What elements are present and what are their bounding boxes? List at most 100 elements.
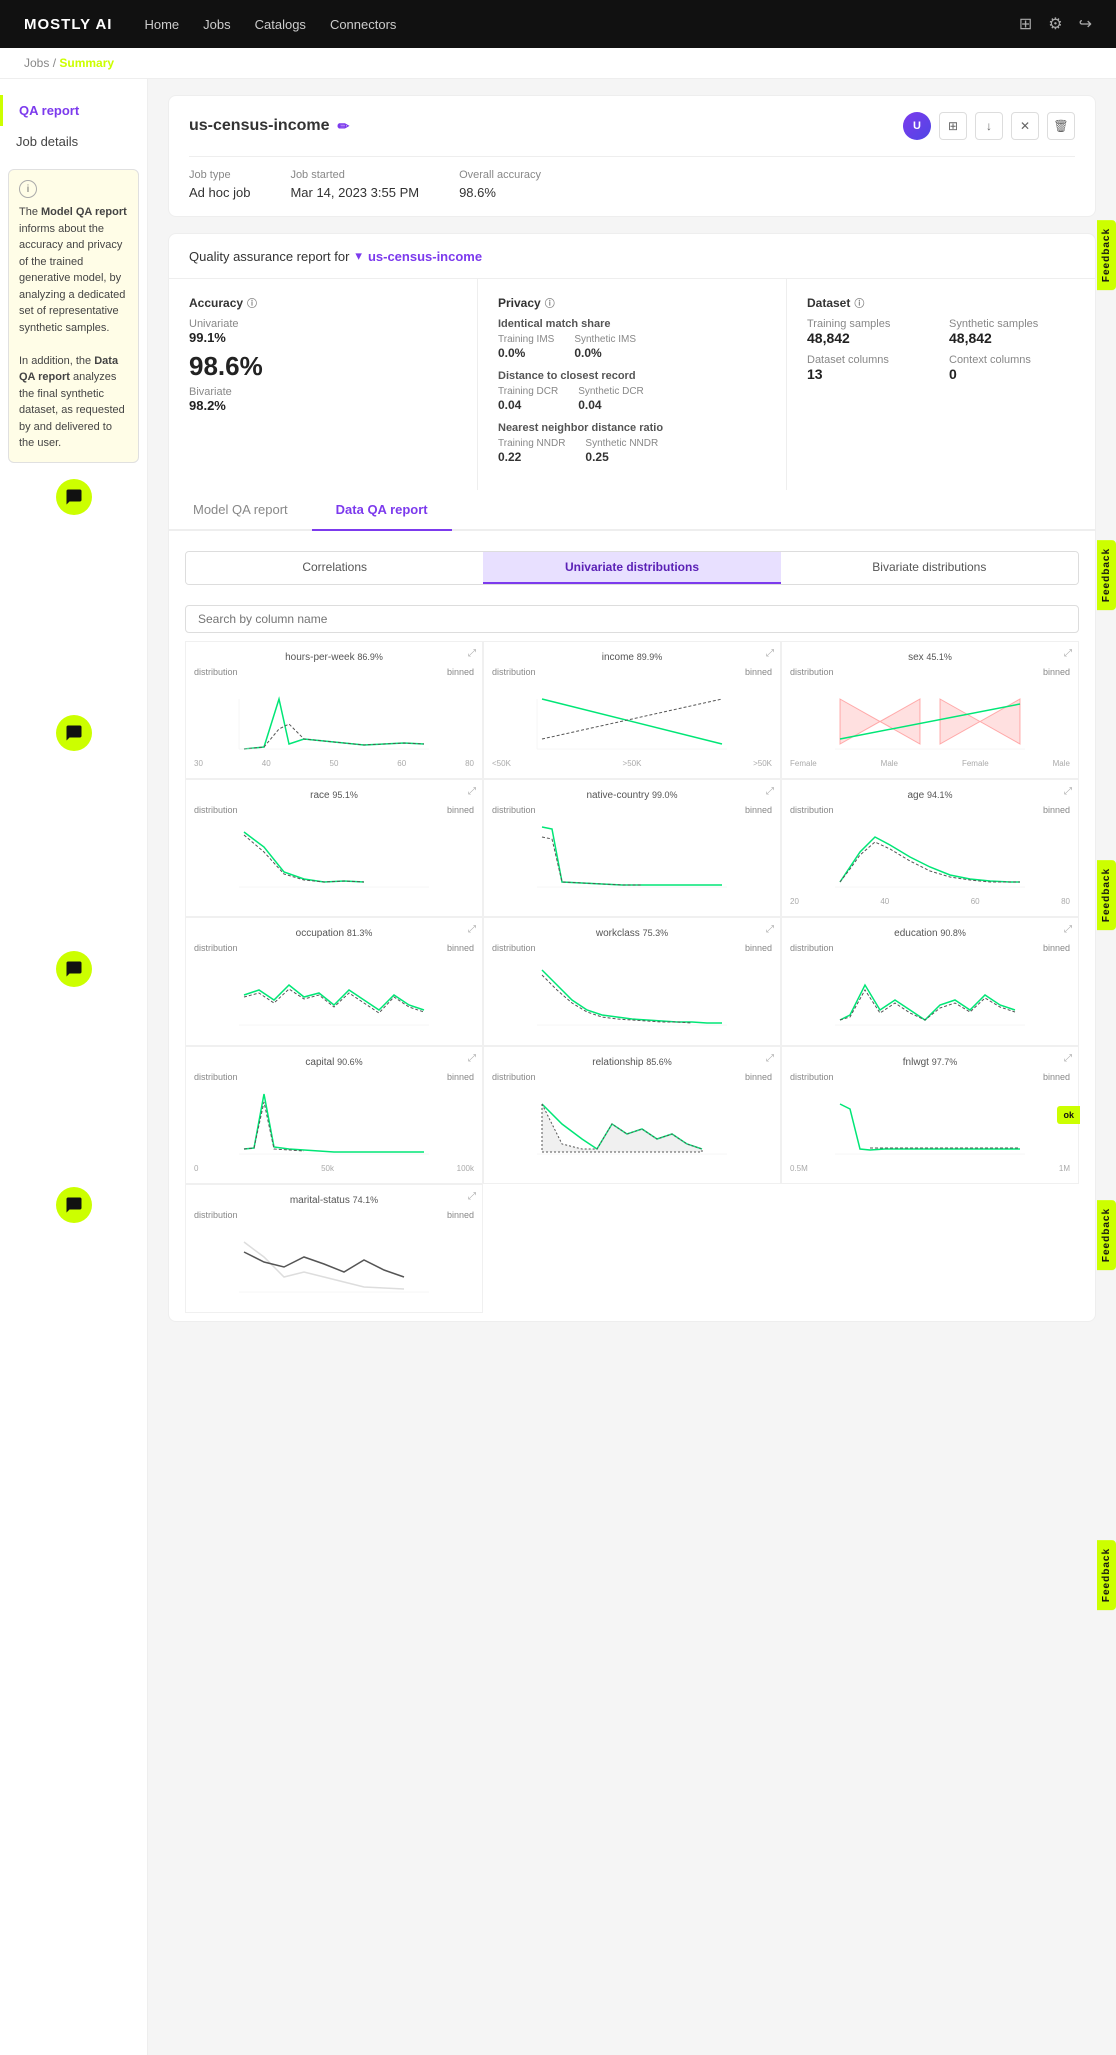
- expand-icon-native[interactable]: ⤢: [766, 786, 774, 797]
- overall-accuracy-item: Overall accuracy 98.6%: [459, 169, 541, 200]
- context-columns-item: Context columns 0: [949, 354, 1075, 382]
- expand-icon-fnlwgt[interactable]: ⤢: [1064, 1053, 1072, 1064]
- accuracy-block: Accuracy ⓘ Univariate 99.1% 98.6% Bivari…: [169, 279, 478, 490]
- feedback-button-3[interactable]: Feedback: [1097, 860, 1116, 930]
- report-tabs: Model QA report Data QA report: [169, 490, 1095, 531]
- identical-match-section: Identical match share Training IMS 0.0% …: [498, 318, 766, 360]
- chart-title-age: age 94.1%: [790, 790, 1070, 801]
- sub-tab-correlations[interactable]: Correlations: [186, 552, 483, 584]
- grid-icon[interactable]: ⊞: [1019, 14, 1032, 34]
- feedback-button-5[interactable]: Feedback: [1097, 1540, 1116, 1610]
- expand-icon-occupation[interactable]: ⤢: [468, 924, 476, 935]
- chart-title-fnlwgt: fnlwgt 97.7%: [790, 1057, 1070, 1068]
- chart-title-hours: hours-per-week 86.9%: [194, 652, 474, 663]
- chart-age: age 94.1% distributionbinned 20406080: [781, 779, 1079, 917]
- privacy-info-icon[interactable]: ⓘ: [545, 295, 555, 310]
- download-button[interactable]: ↓: [975, 112, 1003, 140]
- sub-tab-bivariate[interactable]: Bivariate distributions: [781, 552, 1078, 584]
- dcr-cols: Training DCR 0.04 Synthetic DCR 0.04: [498, 386, 766, 412]
- tab-model-qa[interactable]: Model QA report: [169, 490, 312, 531]
- breadcrumb-jobs[interactable]: Jobs: [24, 56, 49, 70]
- nav-jobs[interactable]: Jobs: [203, 17, 230, 32]
- expand-icon-relationship[interactable]: ⤢: [766, 1053, 774, 1064]
- search-input[interactable]: [185, 605, 1079, 633]
- chat-bubble-2[interactable]: [56, 715, 92, 751]
- expand-icon-workclass[interactable]: ⤢: [766, 924, 774, 935]
- expand-icon-capital[interactable]: ⤢: [468, 1053, 476, 1064]
- breadcrumb: Jobs / Summary: [0, 48, 1116, 79]
- chart-education: education 90.8% distributionbinned ⤢: [781, 917, 1079, 1046]
- chevron-icon[interactable]: ▾: [355, 248, 362, 264]
- dataset-grid: Training samples 48,842 Synthetic sample…: [807, 318, 1075, 382]
- expand-icon-age[interactable]: ⤢: [1064, 786, 1072, 797]
- dataset-block: Dataset ⓘ Training samples 48,842 Synthe…: [787, 279, 1095, 490]
- chart-title-race: race 95.1%: [194, 790, 474, 801]
- share-button[interactable]: ✕: [1011, 112, 1039, 140]
- chat-bubble-3[interactable]: [56, 951, 92, 987]
- chart-income: income 89.9% distributionbinned <50K>: [483, 641, 781, 779]
- training-nndr-col: Training NNDR 0.22: [498, 438, 565, 464]
- info-text-2: informs about the accuracy and privacy o…: [19, 223, 125, 334]
- breadcrumb-active: Summary: [59, 56, 114, 70]
- sidebar-info-box: i The Model QA report informs about the …: [8, 169, 139, 463]
- report-title-text: us-census-income: [189, 117, 329, 135]
- grid-view-button[interactable]: ⊞: [939, 112, 967, 140]
- distance-title: Distance to closest record: [498, 370, 766, 382]
- chart-area-occupation: [194, 955, 474, 1035]
- nav-links: Home Jobs Catalogs Connectors: [144, 17, 986, 32]
- feedback-button-1[interactable]: Feedback: [1097, 220, 1116, 290]
- chart-xaxis-hours: 3040506080: [194, 759, 474, 768]
- report-card: us-census-income ✏ U ⊞ ↓ ✕ 🗑 Job type Ad…: [168, 95, 1096, 217]
- chart-area-education: [790, 955, 1070, 1035]
- expand-icon-marital[interactable]: ⤢: [468, 1191, 476, 1202]
- chart-race: race 95.1% distributionbinned ⤢: [185, 779, 483, 917]
- sidebar-item-job-details[interactable]: Job details: [0, 126, 147, 157]
- qa-header-text: Quality assurance report for: [189, 249, 349, 264]
- sidebar-item-qa-report[interactable]: QA report: [0, 95, 147, 126]
- nav-catalogs[interactable]: Catalogs: [255, 17, 306, 32]
- qa-dataset-link[interactable]: us-census-income: [368, 249, 482, 264]
- chart-area-capital: [194, 1084, 474, 1164]
- expand-icon-income[interactable]: ⤢: [766, 648, 774, 659]
- univariate-value: 99.1%: [189, 330, 239, 345]
- dataset-info-icon[interactable]: ⓘ: [854, 295, 864, 310]
- ok-button[interactable]: ok: [1057, 1106, 1080, 1124]
- chart-capital: capital 90.6% distributionbinned 050k100…: [185, 1046, 483, 1184]
- expand-icon-hours[interactable]: ⤢: [468, 648, 476, 659]
- sub-content: Correlations Univariate distributions Bi…: [169, 531, 1095, 1321]
- feedback-button-2[interactable]: Feedback: [1097, 540, 1116, 610]
- tab-data-qa[interactable]: Data QA report: [312, 490, 452, 531]
- charts-grid: hours-per-week 86.9% distributionbinned: [185, 641, 1079, 1313]
- chart-area-age: [790, 817, 1070, 897]
- settings-icon[interactable]: ⚙: [1048, 14, 1062, 34]
- chart-sublabels-rel: distributionbinned: [492, 1072, 772, 1082]
- edit-icon[interactable]: ✏: [337, 118, 349, 135]
- accuracy-info-icon[interactable]: ⓘ: [247, 295, 257, 310]
- accuracy-title: Accuracy ⓘ: [189, 295, 457, 310]
- logout-icon[interactable]: ↪: [1079, 14, 1092, 34]
- nndr-title: Nearest neighbor distance ratio: [498, 422, 766, 434]
- chart-sublabels-fnl: distributionbinned: [790, 1072, 1070, 1082]
- identical-match-title: Identical match share: [498, 318, 766, 330]
- expand-icon-sex[interactable]: ⤢: [1064, 648, 1072, 659]
- bivariate-label: Bivariate: [189, 386, 457, 398]
- chart-title-capital: capital 90.6%: [194, 1057, 474, 1068]
- qa-section-header: Quality assurance report for ▾ us-census…: [169, 234, 1095, 279]
- delete-button[interactable]: 🗑: [1047, 112, 1075, 140]
- nav-connectors[interactable]: Connectors: [330, 17, 396, 32]
- chart-title-workclass: workclass 75.3%: [492, 928, 772, 939]
- chat-bubble-1[interactable]: [56, 479, 92, 515]
- overall-accuracy-value: 98.6%: [459, 185, 496, 200]
- job-type-item: Job type Ad hoc job: [189, 169, 250, 200]
- expand-icon-race[interactable]: ⤢: [468, 786, 476, 797]
- feedback-button-4[interactable]: Feedback: [1097, 1200, 1116, 1270]
- distance-section: Distance to closest record Training DCR …: [498, 370, 766, 412]
- chart-area-marital: [194, 1222, 474, 1302]
- expand-icon-education[interactable]: ⤢: [1064, 924, 1072, 935]
- privacy-block: Privacy ⓘ Identical match share Training…: [478, 279, 787, 490]
- chat-bubble-4[interactable]: [56, 1187, 92, 1223]
- sub-tab-univariate[interactable]: Univariate distributions: [483, 552, 780, 584]
- info-text-1: The: [19, 206, 41, 218]
- info-bold-model-qa: Model QA report: [41, 206, 127, 218]
- nav-home[interactable]: Home: [144, 17, 179, 32]
